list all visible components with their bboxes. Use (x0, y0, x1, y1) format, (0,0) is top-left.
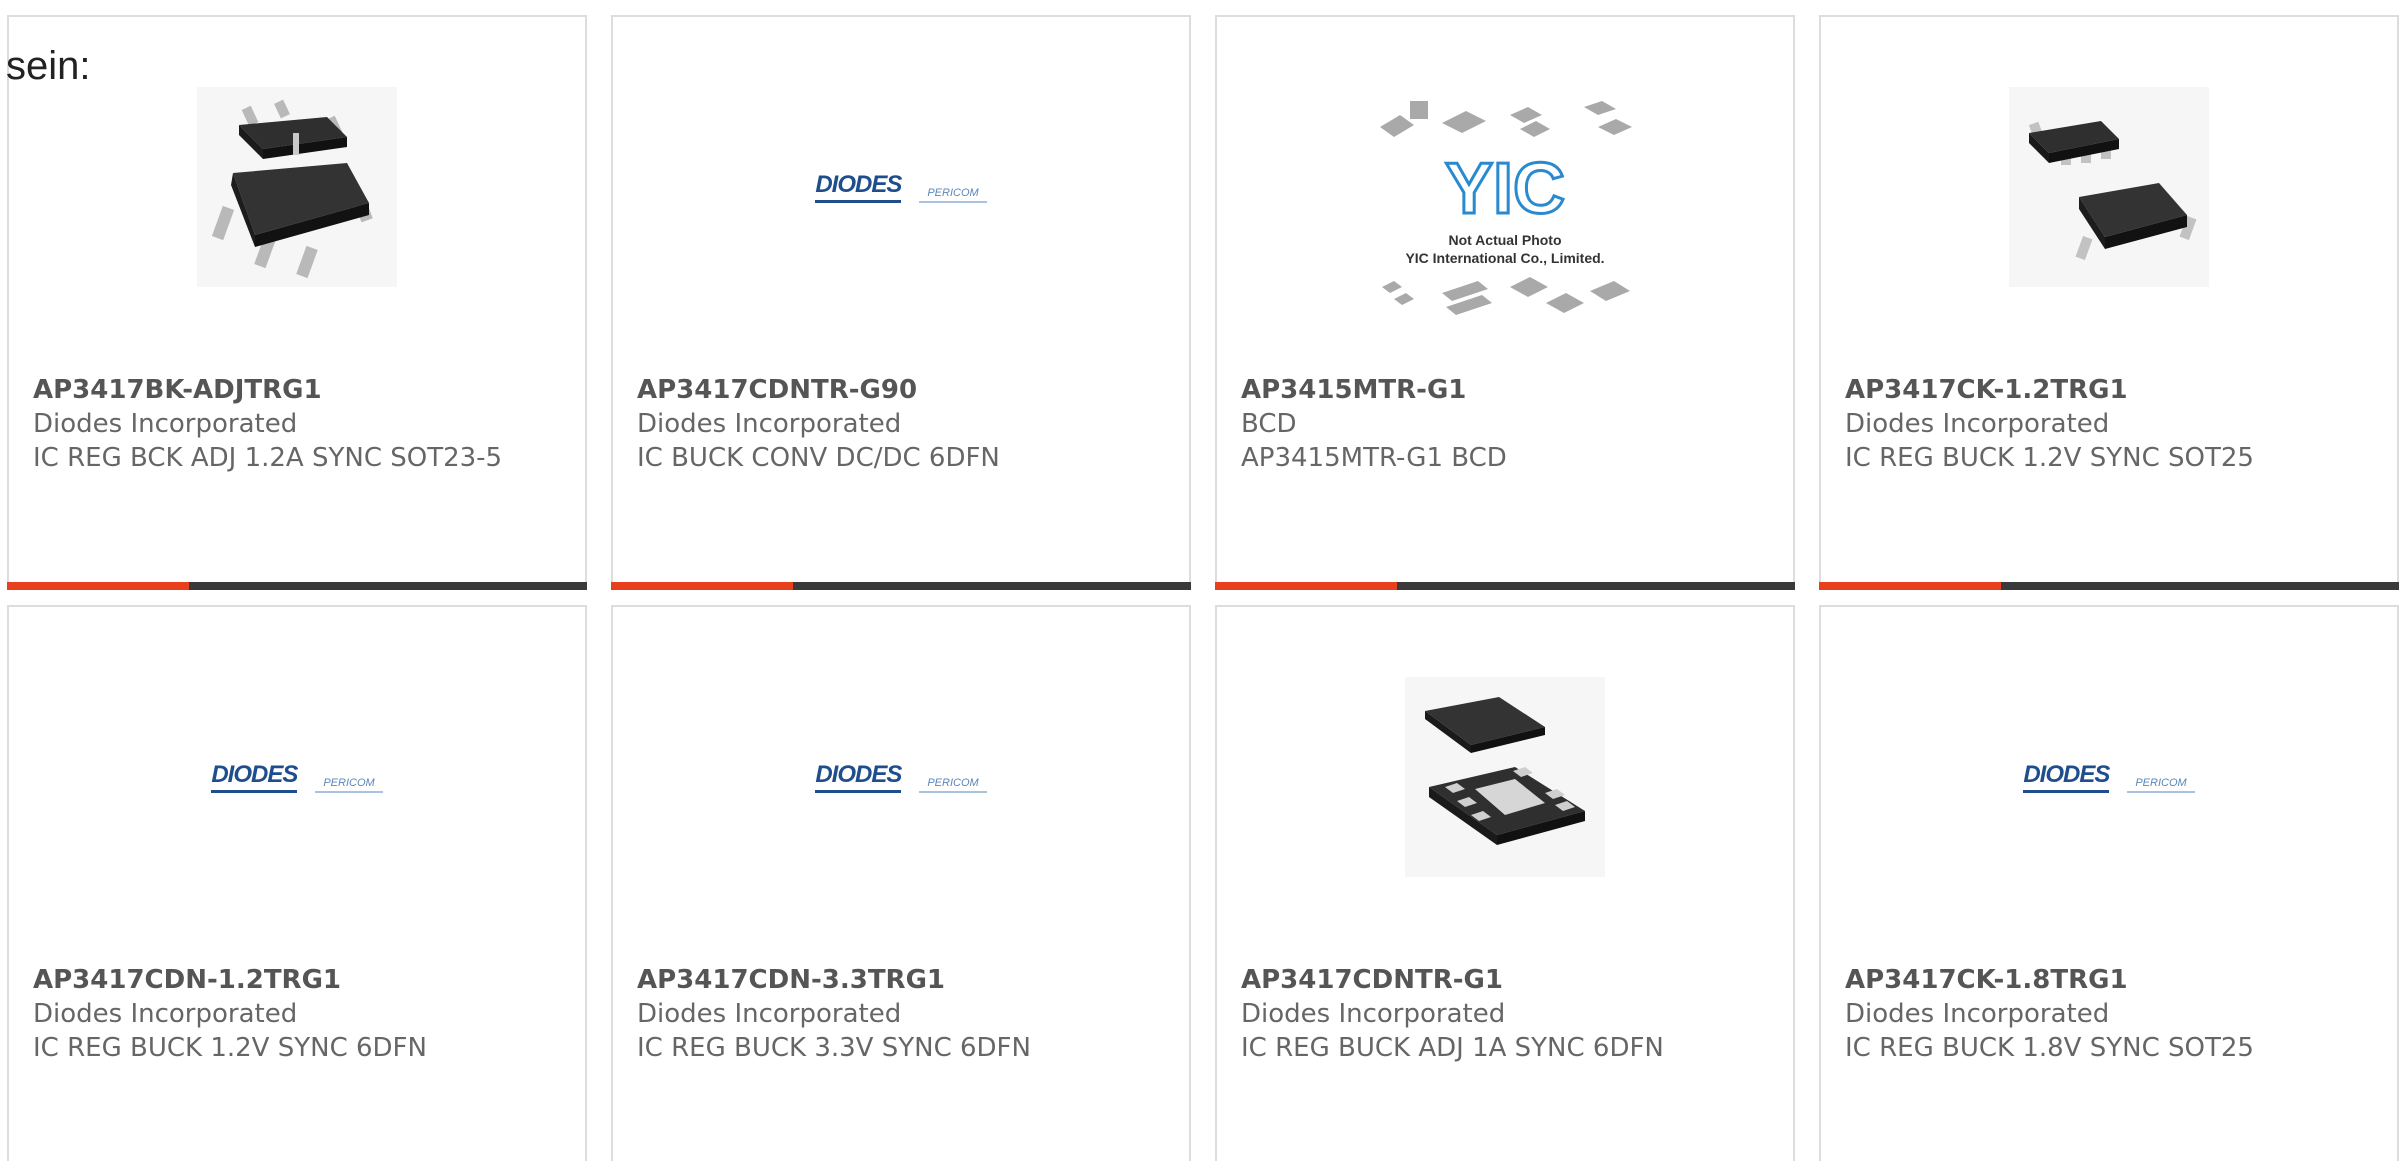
manufacturer: Diodes Incorporated (33, 999, 298, 1029)
pericom-logo-text: PERICOM (2127, 775, 2195, 793)
diodes-pericom-logo: DIODES PERICOM (815, 761, 987, 793)
manufacturer: BCD (1241, 409, 1297, 439)
product-card[interactable]: DIODES PERICOM AP3417CDN-3.3TRG1 Diodes … (611, 605, 1191, 1161)
yic-note-line1: Not Actual Photo (1448, 232, 1562, 248)
part-number[interactable]: AP3417CDNTR-G1 (1241, 963, 1773, 997)
manufacturer: Diodes Incorporated (1845, 409, 2110, 439)
description: IC REG BUCK ADJ 1A SYNC 6DFN (1241, 1033, 1664, 1063)
description: IC BUCK CONV DC/DC 6DFN (637, 443, 1000, 473)
part-number[interactable]: AP3417CDNTR-G90 (637, 373, 1169, 407)
yic-note: Not Actual Photo YIC International Co., … (1405, 231, 1604, 267)
dfn-chip-icon (1405, 677, 1605, 877)
manufacturer: Diodes Incorporated (637, 409, 902, 439)
part-number[interactable]: AP3417CK-1.2TRG1 (1845, 373, 2377, 407)
chips-row-bottom-icon (1382, 277, 1630, 315)
sot23-5-chip-icon (197, 87, 397, 287)
part-number[interactable]: AP3417CDN-1.2TRG1 (33, 963, 565, 997)
diodes-logo-text: DIODES (2023, 761, 2110, 793)
part-number[interactable]: AP3417CK-1.8TRG1 (1845, 963, 2377, 997)
product-image[interactable]: DIODES PERICOM (9, 667, 585, 887)
product-card[interactable]: AP3417CK-1.2TRG1 Diodes Incorporated IC … (1819, 15, 2399, 590)
leading-text: sein: (6, 44, 91, 88)
description: IC REG BUCK 1.2V SYNC 6DFN (33, 1033, 427, 1063)
yic-placeholder: YIC Not Actual Photo YIC International C… (1370, 97, 1640, 317)
description: AP3415MTR-G1 BCD (1241, 443, 1507, 473)
chips-row-top-icon (1380, 101, 1632, 137)
card-bottom-bar (611, 582, 1191, 590)
product-card[interactable]: YIC Not Actual Photo YIC International C… (1215, 15, 1795, 590)
manufacturer: Diodes Incorporated (33, 409, 298, 439)
product-card[interactable]: DIODES PERICOM AP3417CK-1.8TRG1 Diodes I… (1819, 605, 2399, 1161)
product-card[interactable]: DIODES PERICOM AP3417CDN-1.2TRG1 Diodes … (7, 605, 587, 1161)
pericom-logo-text: PERICOM (315, 775, 383, 793)
diodes-logo-text: DIODES (211, 761, 298, 793)
diodes-pericom-logo: DIODES PERICOM (2023, 761, 2195, 793)
description: IC REG BUCK 1.8V SYNC SOT25 (1845, 1033, 2254, 1063)
accent-segment (1215, 582, 1397, 590)
description: IC REG BCK ADJ 1.2A SYNC SOT23-5 (33, 443, 503, 473)
product-image[interactable] (1821, 77, 2397, 297)
accent-segment (7, 582, 189, 590)
product-card[interactable]: DIODES PERICOM AP3417CDNTR-G90 Diodes In… (611, 15, 1191, 590)
product-image[interactable] (9, 77, 585, 297)
product-image[interactable]: DIODES PERICOM (1821, 667, 2397, 887)
manufacturer: Diodes Incorporated (1845, 999, 2110, 1029)
part-number[interactable]: AP3417BK-ADJTRG1 (33, 373, 565, 407)
manufacturer: Diodes Incorporated (637, 999, 902, 1029)
description: IC REG BUCK 3.3V SYNC 6DFN (637, 1033, 1031, 1063)
product-image[interactable]: YIC Not Actual Photo YIC International C… (1217, 57, 1793, 357)
accent-segment (611, 582, 793, 590)
yic-note-line2: YIC International Co., Limited. (1405, 250, 1605, 266)
part-number[interactable]: AP3415MTR-G1 (1241, 373, 1773, 407)
diodes-pericom-logo: DIODES PERICOM (815, 171, 987, 203)
product-card[interactable]: AP3417BK-ADJTRG1 Diodes Incorporated IC … (7, 15, 587, 590)
card-bottom-bar (1215, 582, 1795, 590)
diodes-logo-text: DIODES (815, 761, 902, 793)
manufacturer: Diodes Incorporated (1241, 999, 1506, 1029)
card-bottom-bar (7, 582, 587, 590)
product-image[interactable]: DIODES PERICOM (613, 667, 1189, 887)
card-bottom-bar (1819, 582, 2399, 590)
accent-segment (1819, 582, 2001, 590)
pericom-logo-text: PERICOM (919, 775, 987, 793)
product-card[interactable]: AP3417CDNTR-G1 Diodes Incorporated IC RE… (1215, 605, 1795, 1161)
diodes-pericom-logo: DIODES PERICOM (211, 761, 383, 793)
product-image[interactable] (1217, 667, 1793, 887)
sot25-chip-icon (2009, 87, 2209, 287)
yic-logo: YIC (1443, 149, 1566, 229)
description: IC REG BUCK 1.2V SYNC SOT25 (1845, 443, 2254, 473)
diodes-logo-text: DIODES (815, 171, 902, 203)
part-number[interactable]: AP3417CDN-3.3TRG1 (637, 963, 1169, 997)
pericom-logo-text: PERICOM (919, 185, 987, 203)
product-image[interactable]: DIODES PERICOM (613, 77, 1189, 297)
